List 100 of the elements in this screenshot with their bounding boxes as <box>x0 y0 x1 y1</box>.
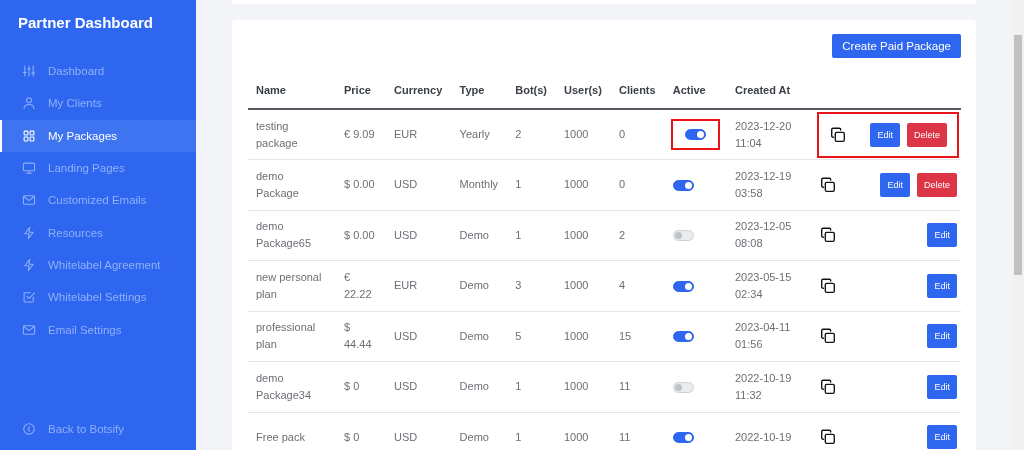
checkbox-icon <box>22 290 36 305</box>
edit-button[interactable]: Edit <box>870 122 900 147</box>
copy-icon[interactable] <box>819 327 837 346</box>
sidebar-item[interactable]: Whitelabel Settings <box>0 281 196 314</box>
edit-button[interactable]: Edit <box>880 172 910 197</box>
toggle-switch[interactable] <box>672 432 694 444</box>
edit-button[interactable]: Edit <box>927 273 957 298</box>
table-cell: demo Package34 <box>256 371 312 401</box>
toggle-switch[interactable] <box>672 331 694 343</box>
table-cell: 2 <box>515 128 522 140</box>
table-cell: new personal plan <box>256 270 322 300</box>
copy-icon[interactable] <box>819 175 837 194</box>
column-header: Bot(s) <box>507 84 556 109</box>
table-cell: 11 <box>618 430 631 443</box>
table-cell: 1000 <box>563 128 589 140</box>
table-cell: Demo <box>459 430 489 443</box>
mail-icon <box>22 193 36 208</box>
table-cell: 0 <box>618 128 626 140</box>
copy-icon[interactable] <box>819 226 837 245</box>
column-header: User(s) <box>555 84 611 109</box>
column-header: Currency <box>386 84 452 109</box>
table-cell: 2023-05-15 02:34 <box>735 270 792 300</box>
sidebar-item[interactable]: Resources <box>0 216 196 249</box>
toggle-switch[interactable] <box>672 179 694 191</box>
sliders-icon <box>22 64 36 79</box>
sidebar-item[interactable]: Whitelabel Agreement <box>0 248 196 282</box>
table-cell: 2022-10-19 <box>735 430 792 443</box>
table-cell: Demo <box>459 228 489 241</box>
sidebar-item[interactable]: Dashboard <box>0 55 196 88</box>
table-cell: 1000 <box>563 279 589 292</box>
toggle-switch[interactable] <box>684 129 706 140</box>
copy-icon[interactable] <box>819 428 837 447</box>
table-cell: € 22.22 <box>344 270 372 300</box>
table-cell: $ 0 <box>344 380 360 393</box>
column-header: Clients <box>610 84 665 109</box>
edit-button[interactable]: Edit <box>927 425 957 450</box>
copy-icon[interactable] <box>829 125 847 144</box>
table-cell: 3 <box>515 279 522 292</box>
table-cell: 1000 <box>563 380 589 393</box>
grid-icon <box>22 128 36 143</box>
table-cell: $ 0.00 <box>344 228 375 241</box>
sidebar-item[interactable]: Landing Pages <box>0 151 196 185</box>
table-cell: 5 <box>515 329 522 342</box>
table-cell: USD <box>394 178 418 191</box>
create-package-button[interactable]: Create Paid Package <box>832 34 961 58</box>
column-header: Price <box>336 84 386 109</box>
sidebar-title: Partner Dashboard <box>17 14 155 33</box>
delete-button[interactable]: Delete <box>907 122 947 147</box>
table-cell: USD <box>394 329 418 342</box>
table-cell: 1 <box>515 178 522 191</box>
back-link[interactable]: Back to Botsify <box>0 412 196 445</box>
user-icon <box>22 96 36 111</box>
table-cell: USD <box>394 430 418 443</box>
table-cell: 2023-12-20 11:04 <box>735 119 792 149</box>
copy-icon[interactable] <box>819 377 837 396</box>
table-cell: professional plan <box>256 321 316 351</box>
mail-icon <box>22 322 36 337</box>
edit-button[interactable]: Edit <box>927 324 957 349</box>
table-cell: 2022-10-19 11:32 <box>735 371 792 401</box>
table-cell: 2023-12-19 03:58 <box>735 169 792 199</box>
table-cell: Yearly <box>459 128 490 140</box>
table-cell: Monthly <box>459 178 499 191</box>
table-cell: $ 0.00 <box>344 178 375 191</box>
table-cell: Free pack <box>256 430 305 443</box>
table-cell: 11 <box>618 380 631 393</box>
table-cell: 1 <box>515 380 522 393</box>
sidebar-item[interactable]: My Packages <box>0 119 196 152</box>
table-cell: USD <box>394 380 418 393</box>
table-cell: testing package <box>256 119 298 149</box>
table-cell: 15 <box>618 329 632 342</box>
table-cell: 4 <box>618 279 626 292</box>
column-header: Active <box>664 84 727 109</box>
edit-button[interactable]: Edit <box>927 223 957 248</box>
column-header: Created At <box>727 84 811 109</box>
delete-button[interactable]: Delete <box>917 172 957 197</box>
table-cell: 1000 <box>563 178 589 191</box>
sidebar-item[interactable]: My Clients <box>0 87 196 120</box>
sidebar-item[interactable]: Customized Emails <box>0 184 196 217</box>
table-cell: $ 44.44 <box>344 321 372 351</box>
toggle-switch[interactable] <box>672 280 694 292</box>
table-cell: demo Package65 <box>256 220 312 250</box>
table-cell: 0 <box>618 178 626 191</box>
table-cell: Demo <box>459 329 489 342</box>
table-cell: Demo <box>459 279 489 292</box>
column-header: Type <box>451 84 508 109</box>
table-cell: € 9.09 <box>344 128 375 140</box>
table-cell: 2023-12-05 08:08 <box>735 220 792 250</box>
monitor-icon <box>22 161 36 176</box>
lightning-icon <box>22 225 36 240</box>
table-cell: EUR <box>394 128 418 140</box>
edit-button[interactable]: Edit <box>927 374 957 399</box>
table-cell: 1000 <box>563 430 589 443</box>
column-header: Name <box>248 84 336 109</box>
table-cell: demo Package <box>256 169 299 199</box>
table-cell: $ 0 <box>344 430 360 443</box>
sidebar-item[interactable]: Email Settings <box>0 313 196 346</box>
copy-icon[interactable] <box>819 276 837 295</box>
table-cell: 2 <box>618 228 626 241</box>
table-cell: USD <box>394 228 418 241</box>
scrollbar[interactable] <box>1012 0 1024 450</box>
